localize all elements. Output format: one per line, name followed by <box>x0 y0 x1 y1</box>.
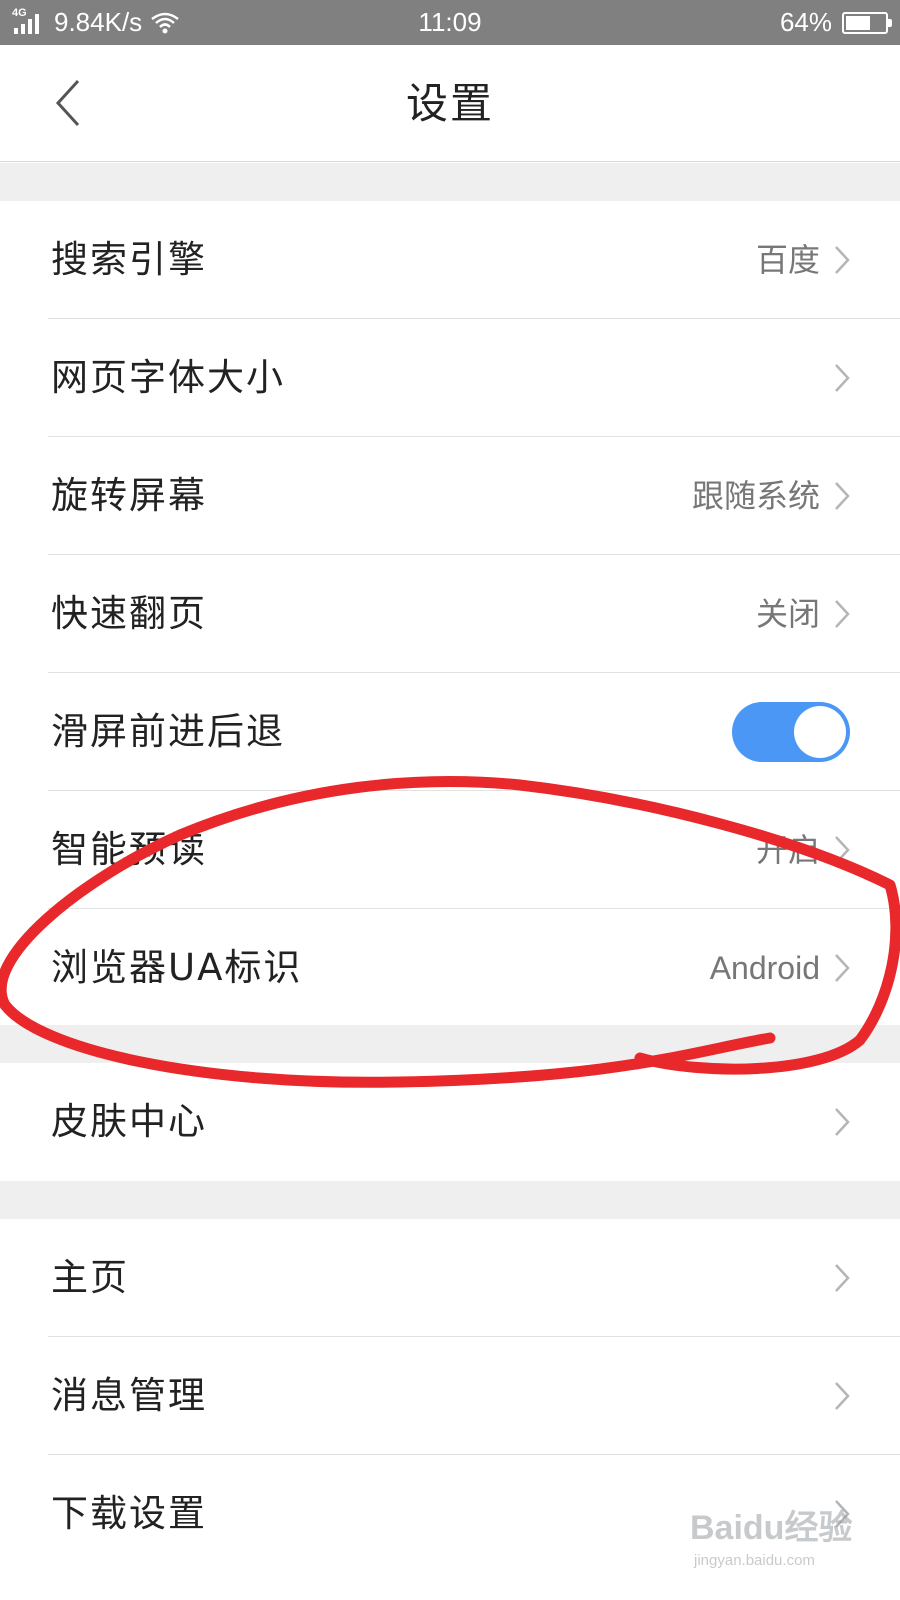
setting-label: 浏览器UA标识 <box>51 946 303 989</box>
app-header: 设置 <box>0 45 900 162</box>
watermark-logo: Baidu经验 <box>690 1509 853 1547</box>
setting-label: 旋转屏幕 <box>51 474 207 517</box>
setting-label: 滑屏前进后退 <box>51 710 285 753</box>
status-time: 11:09 <box>418 7 482 37</box>
toggle-knob <box>794 706 846 758</box>
setting-label: 快速翻页 <box>51 592 207 635</box>
status-bar-right: 64% <box>779 0 892 45</box>
setting-label: 皮肤中心 <box>51 1100 207 1143</box>
setting-row-browser-ua[interactable]: 浏览器UA标识 Android <box>0 909 900 1025</box>
setting-value: 百度 <box>755 242 820 278</box>
chevron-left-icon <box>55 79 80 127</box>
baidu-watermark: Baidu经验 jingyan.baidu.com <box>690 1500 870 1590</box>
battery-percent: 64% <box>779 7 832 37</box>
chevron-right-icon <box>835 246 850 274</box>
section-gap <box>0 163 900 201</box>
chevron-right-icon <box>835 836 850 864</box>
setting-row-search-engine[interactable]: 搜索引擎 百度 <box>0 201 900 319</box>
setting-row-smart-preload[interactable]: 智能预读 开启 <box>0 791 900 909</box>
section-gap <box>0 1025 900 1063</box>
chevron-right-icon <box>835 364 850 392</box>
battery-icon <box>842 11 892 34</box>
chevron-right-icon <box>835 600 850 628</box>
setting-row-rotate-screen[interactable]: 旋转屏幕 跟随系统 <box>0 437 900 555</box>
setting-label: 消息管理 <box>51 1374 207 1417</box>
setting-label: 主页 <box>51 1256 129 1299</box>
chevron-right-icon <box>835 1264 850 1292</box>
setting-row-message-management[interactable]: 消息管理 <box>0 1337 900 1455</box>
battery-fill <box>846 15 870 30</box>
chevron-right-icon <box>835 1382 850 1410</box>
status-bar: 4G 9.84K/s 11:09 64% <box>0 0 900 45</box>
setting-value: Android <box>709 950 820 986</box>
chevron-right-icon <box>835 482 850 510</box>
swipe-navigation-toggle[interactable] <box>732 702 850 762</box>
setting-label: 搜索引擎 <box>51 238 207 281</box>
setting-row-homepage[interactable]: 主页 <box>0 1219 900 1337</box>
setting-row-font-size[interactable]: 网页字体大小 <box>0 319 900 437</box>
chevron-right-icon <box>835 1108 850 1136</box>
setting-row-quick-page[interactable]: 快速翻页 关闭 <box>0 555 900 673</box>
setting-label: 网页字体大小 <box>51 356 285 399</box>
page-title: 设置 <box>405 79 494 128</box>
setting-row-swipe-navigation: 滑屏前进后退 <box>0 673 900 791</box>
setting-row-skin-center[interactable]: 皮肤中心 <box>0 1063 900 1181</box>
setting-value: 开启 <box>755 832 820 868</box>
section-gap <box>0 1181 900 1219</box>
back-button[interactable] <box>44 75 100 131</box>
setting-value: 跟随系统 <box>691 478 820 514</box>
setting-value: 关闭 <box>755 596 820 632</box>
setting-label: 智能预读 <box>51 828 207 871</box>
chevron-right-icon <box>835 954 850 982</box>
setting-label: 下载设置 <box>51 1492 207 1535</box>
watermark-url: jingyan.baidu.com <box>694 1552 815 1569</box>
